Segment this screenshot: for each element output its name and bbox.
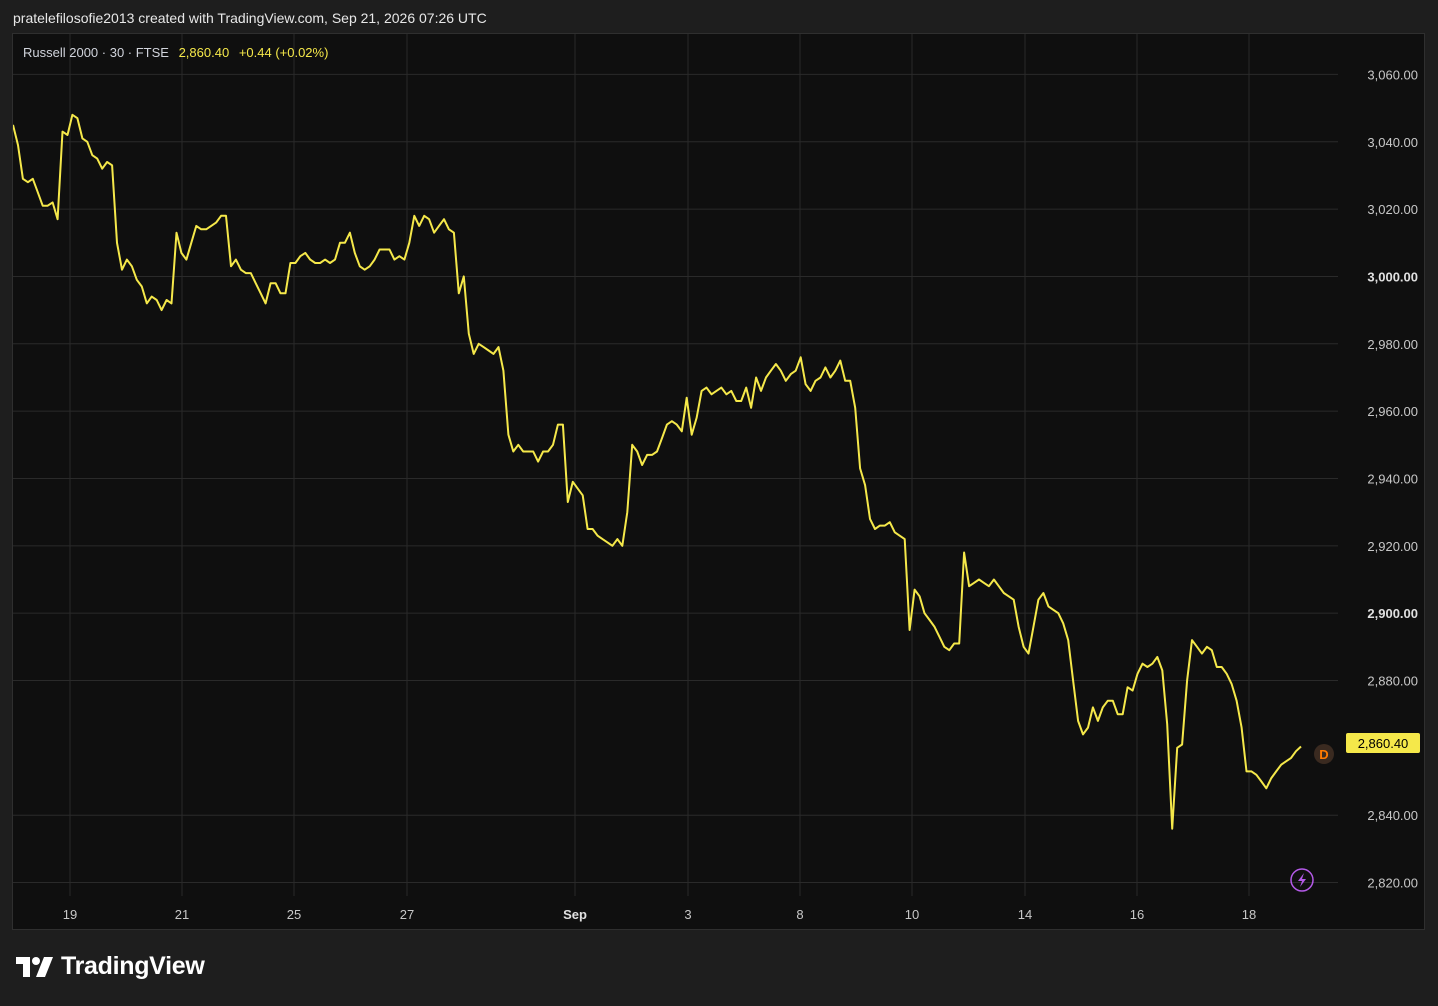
x-tick-label: 19 — [63, 907, 77, 922]
x-tick-label: 18 — [1242, 907, 1256, 922]
y-tick-label: 3,020.00 — [1367, 202, 1418, 217]
x-tick-label: 25 — [287, 907, 301, 922]
brand-name: TradingView — [61, 952, 205, 980]
price-chart[interactable]: 3,060.00 3,040.00 3,020.00 3,000.00 2,980.00… — [13, 34, 1426, 931]
price-series-line — [13, 113, 1302, 830]
y-axis[interactable]: 3,060.00 3,040.00 3,020.00 3,000.00 2,980.00… — [1367, 67, 1418, 890]
y-tick-label: 3,000.00 — [1367, 269, 1418, 284]
tradingview-brand[interactable]: TradingView — [16, 952, 205, 981]
d-badge-label: D — [1319, 747, 1328, 762]
x-tick-label: 27 — [400, 907, 414, 922]
x-axis[interactable]: 19 21 25 27 Sep 3 8 10 14 16 18 — [63, 907, 1256, 922]
y-tick-label: 2,920.00 — [1367, 539, 1418, 554]
legend-symbol: Russell 2000 · 30 · FTSE — [23, 45, 169, 60]
lightning-icon[interactable] — [1290, 868, 1314, 892]
legend-change: +0.44 (+0.02%) — [238, 45, 329, 60]
x-tick-label: 16 — [1130, 907, 1144, 922]
x-tick-label: 3 — [684, 907, 691, 922]
vertical-gridlines — [69, 34, 1250, 896]
x-tick-label: 10 — [905, 907, 919, 922]
y-tick-label: 3,040.00 — [1367, 135, 1418, 150]
y-tick-label: 3,060.00 — [1367, 67, 1418, 82]
y-tick-label: 2,980.00 — [1367, 337, 1418, 352]
y-tick-label: 2,940.00 — [1367, 471, 1418, 486]
price-tag: 2,860.40 — [1346, 733, 1420, 753]
chart-area[interactable]: 3,060.00 3,040.00 3,020.00 3,000.00 2,980.00… — [12, 33, 1425, 930]
y-tick-label: 2,880.00 — [1367, 674, 1418, 689]
x-tick-label: 21 — [175, 907, 189, 922]
horizontal-gridlines — [13, 73, 1338, 884]
y-tick-label: 2,840.00 — [1367, 808, 1418, 823]
x-tick-label: Sep — [563, 907, 587, 922]
y-tick-label: 2,960.00 — [1367, 404, 1418, 419]
y-tick-label: 2,900.00 — [1367, 606, 1418, 621]
tradingview-logo-icon — [16, 956, 53, 977]
y-tick-label: 2,820.00 — [1367, 876, 1418, 891]
chart-caption: pratelefilosofie2013 created with Tradin… — [13, 10, 487, 26]
x-tick-label: 8 — [796, 907, 803, 922]
legend-price: 2,860.40 — [178, 45, 230, 60]
chart-legend: Russell 2000 · 30 · FTSE 2,860.40 +0.44 … — [23, 45, 328, 60]
d-badge[interactable]: D — [1314, 744, 1334, 764]
x-tick-label: 14 — [1018, 907, 1032, 922]
price-tag-label: 2,860.40 — [1358, 736, 1409, 751]
